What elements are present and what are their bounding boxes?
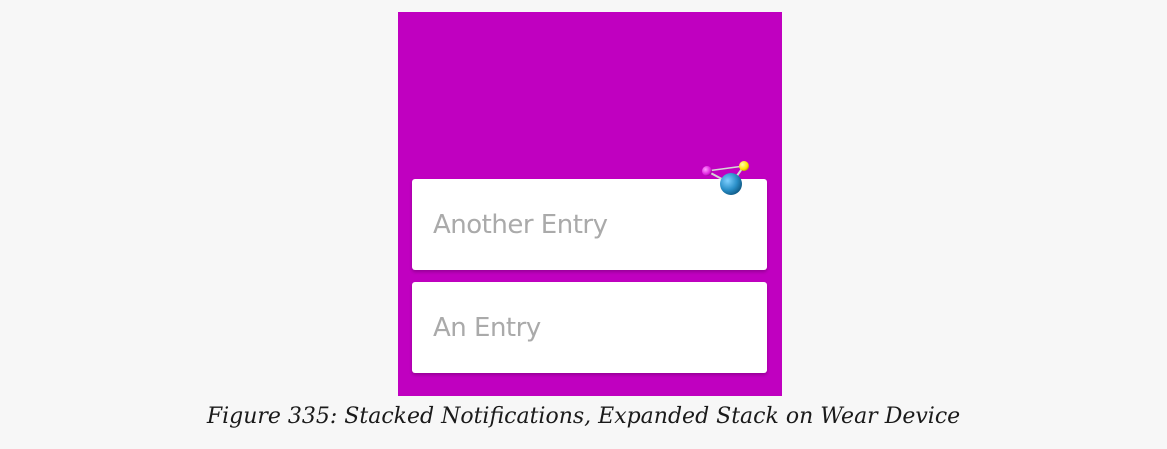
notification-text: Another Entry — [433, 209, 608, 240]
figure-caption: Figure 335: Stacked Notifications, Expan… — [206, 404, 961, 429]
wear-device-screen: Another Entry An Entry — [398, 12, 782, 396]
molecule-bond — [706, 165, 745, 172]
molecule-app-icon — [702, 161, 749, 195]
blue-atom — [720, 173, 742, 195]
notification-text: An Entry — [433, 312, 541, 343]
pink-atom — [702, 166, 712, 176]
yellow-atom — [739, 161, 749, 171]
notification-card-an-entry[interactable]: An Entry — [412, 282, 767, 373]
